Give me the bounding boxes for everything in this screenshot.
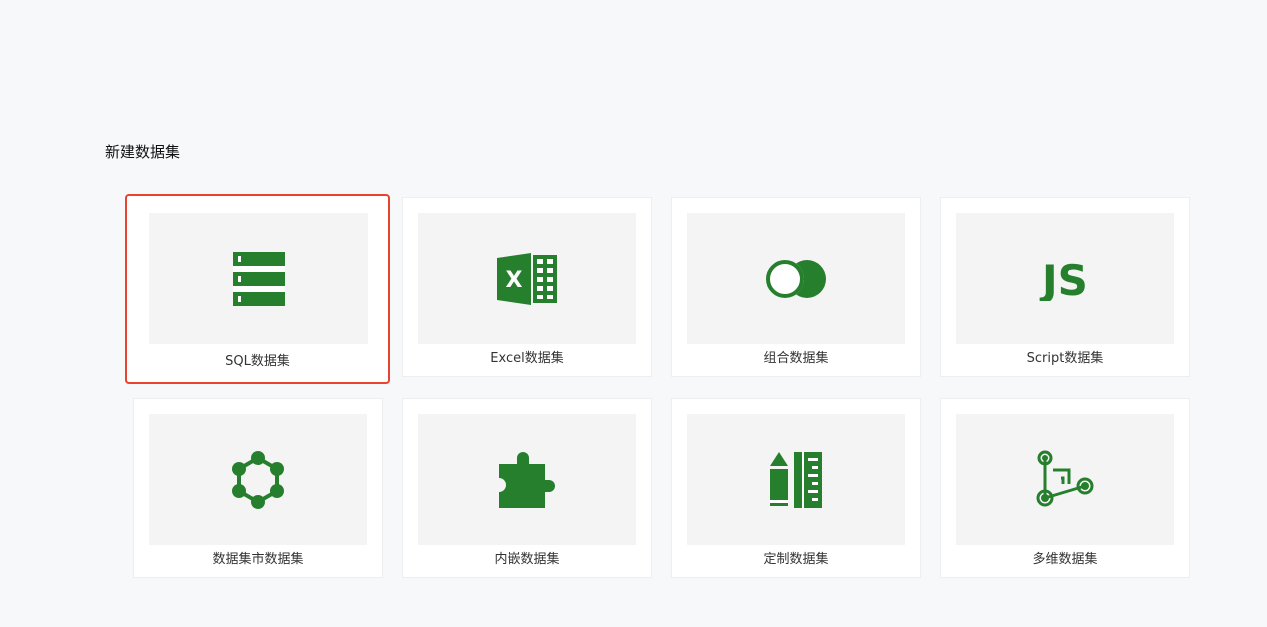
card-preview [687,414,905,545]
card-excel-dataset[interactable]: X Excel数据集 [402,197,652,377]
card-label: 数据集市数据集 [212,552,304,567]
card-label: Script数据集 [1026,351,1104,366]
card-preview [418,414,636,545]
hexagon-network-icon [229,450,287,510]
card-multidimensional-dataset[interactable]: 多维数据集 [940,398,1190,578]
card-preview [687,213,905,344]
svg-text:JS: JS [1039,257,1088,301]
card-datamart-dataset[interactable]: 数据集市数据集 [133,398,383,578]
card-sql-dataset[interactable]: SQL数据集 [125,194,390,384]
card-preview: X [418,213,636,344]
card-combined-dataset[interactable]: 组合数据集 [671,197,921,377]
puzzle-piece-icon [497,450,557,510]
card-preview: JS [956,213,1174,344]
card-embedded-dataset[interactable]: 内嵌数据集 [402,398,652,578]
card-script-dataset[interactable]: JS Script数据集 [940,197,1190,377]
card-label: 组合数据集 [763,351,829,366]
card-custom-dataset[interactable]: 定制数据集 [671,398,921,578]
card-preview [956,414,1174,545]
card-label: 多维数据集 [1032,552,1098,567]
card-label: 定制数据集 [763,552,829,567]
card-label: Excel数据集 [490,351,564,366]
pencil-ruler-icon [768,450,824,510]
card-preview [149,414,367,545]
page-title: 新建数据集 [105,143,181,161]
overlapping-circles-icon [765,259,827,299]
svg-text:X: X [506,268,523,293]
card-label: SQL数据集 [225,354,290,369]
javascript-icon: JS [1033,257,1097,301]
card-label: 内嵌数据集 [494,552,560,567]
excel-icon: X [497,252,557,305]
database-server-icon [232,251,285,306]
card-preview [149,213,368,344]
multidimensional-icon [1033,448,1097,512]
